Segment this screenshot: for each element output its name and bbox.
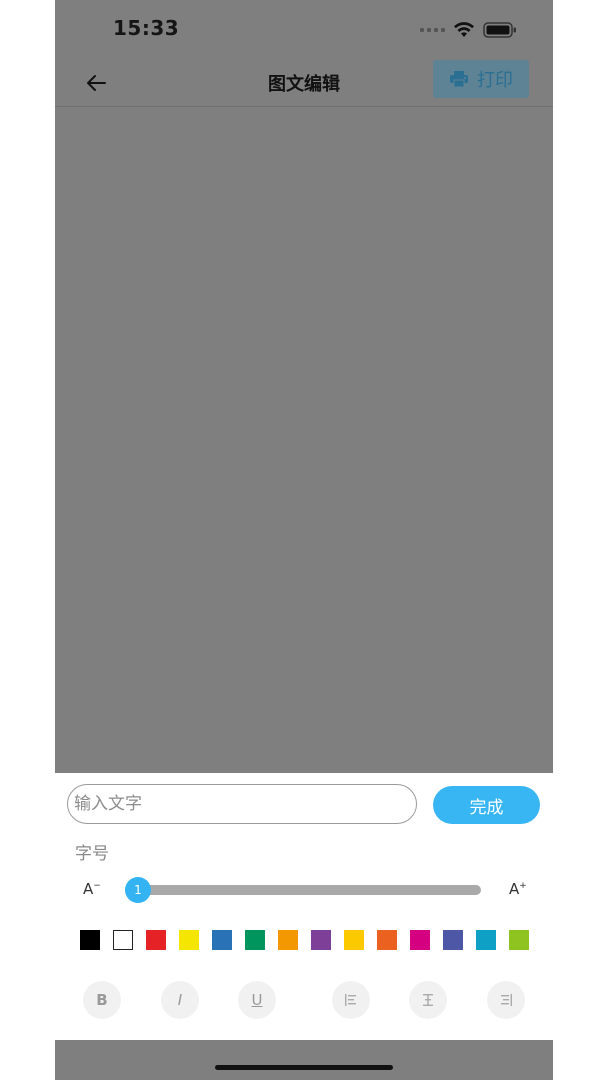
status-bar: 15:33 [55,0,553,60]
align-left-icon [345,994,356,1006]
color-swatch-9[interactable] [377,930,397,950]
modal-backdrop[interactable] [55,0,553,773]
italic-button[interactable]: I [161,981,199,1019]
align-center-icon [423,994,433,1006]
modal-backdrop-bottom [55,1040,553,1080]
color-swatch-0[interactable] [80,930,100,950]
battery-icon [483,22,516,38]
color-palette [80,930,529,950]
text-edit-panel: 完成 字号 A− 1 A+ B I U [55,773,553,1040]
align-center-button[interactable] [409,981,447,1019]
color-swatch-1[interactable] [113,930,133,950]
status-time: 15:33 [113,16,180,40]
color-swatch-12[interactable] [476,930,496,950]
color-swatch-3[interactable] [179,930,199,950]
align-left-button[interactable] [332,981,370,1019]
color-swatch-8[interactable] [344,930,364,950]
cellular-signal-icon [420,28,445,32]
done-button[interactable]: 完成 [433,786,540,824]
format-toolbar: B I U [83,981,525,1019]
color-swatch-11[interactable] [443,930,463,950]
font-size-slider-thumb[interactable]: 1 [125,877,151,903]
align-right-button[interactable] [487,981,525,1019]
text-input[interactable] [67,784,417,824]
font-size-slider[interactable]: 1 [125,877,481,903]
color-swatch-10[interactable] [410,930,430,950]
increase-font-label: A [509,880,520,898]
print-button-label: 打印 [477,70,513,91]
color-swatch-6[interactable] [278,930,298,950]
font-size-label: 字号 [75,844,109,864]
wifi-icon [454,22,474,37]
color-swatch-4[interactable] [212,930,232,950]
plus-sign-icon: + [519,881,527,891]
status-indicators [420,18,517,42]
decrease-font-label: A [83,880,94,898]
phone-screen: 15:33 图文编辑 打印 输入文字 完成 字号 A− 1 A+ B I U [55,0,553,1080]
print-button[interactable]: 打印 [433,60,529,98]
color-swatch-7[interactable] [311,930,331,950]
increase-font-size-button[interactable]: A+ [509,880,527,898]
printer-icon [450,71,468,88]
color-swatch-2[interactable] [146,930,166,950]
color-swatch-5[interactable] [245,930,265,950]
align-right-icon [501,994,512,1006]
color-swatch-13[interactable] [509,930,529,950]
nav-header: 图文编辑 打印 [55,60,553,107]
decrease-font-size-button[interactable]: A− [83,880,101,898]
underline-button[interactable]: U [238,981,276,1019]
bold-button[interactable]: B [83,981,121,1019]
minus-sign-icon: − [93,881,101,891]
home-indicator [215,1065,393,1070]
